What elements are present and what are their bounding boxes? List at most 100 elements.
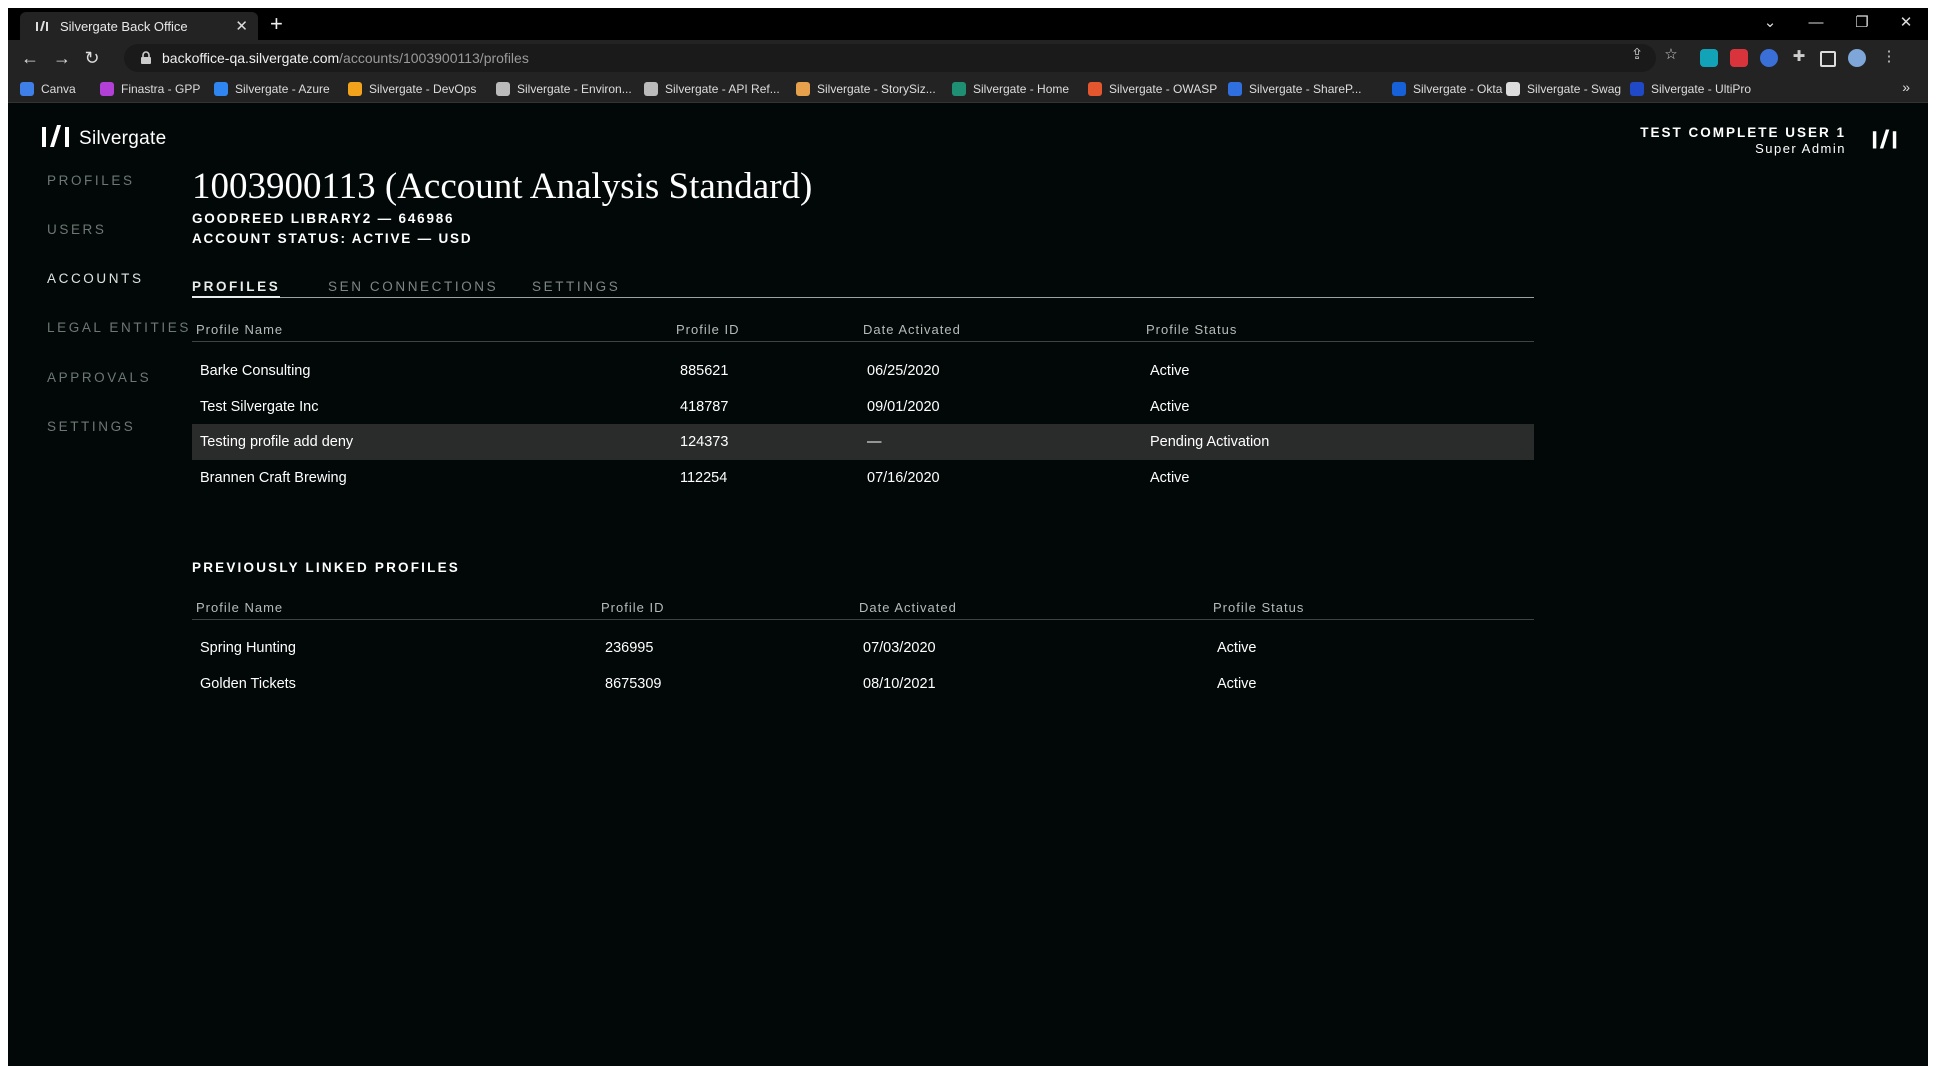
- sidebar-item-users[interactable]: USERS: [47, 222, 107, 237]
- user-role: Super Admin: [1755, 141, 1846, 156]
- bookmark-favicon-icon: [1506, 82, 1520, 96]
- column-header[interactable]: Date Activated: [863, 322, 961, 337]
- table-cell: 06/25/2020: [867, 363, 940, 379]
- table-cell: —: [867, 434, 882, 450]
- column-header[interactable]: Profile Name: [196, 600, 283, 615]
- table-cell: Brannen Craft Brewing: [200, 469, 347, 486]
- side-panel-icon[interactable]: [1820, 51, 1836, 67]
- extension-2-icon[interactable]: [1730, 49, 1748, 67]
- brand-name: Silvergate: [79, 127, 167, 149]
- back-icon[interactable]: ←: [18, 46, 42, 70]
- column-header[interactable]: Profile Status: [1213, 600, 1304, 615]
- account-tabs: PROFILES SEN CONNECTIONS SETTINGS: [192, 275, 1534, 298]
- column-header[interactable]: Profile ID: [601, 600, 664, 615]
- bookmark-item[interactable]: Silvergate - DevOps: [348, 80, 476, 98]
- table-cell: 885621: [680, 363, 729, 379]
- browser-toolbar: ← → ↻ backoffice-qa.silvergate.com/accou…: [8, 40, 1928, 76]
- sidebar-item-legal-entities[interactable]: LEGAL ENTITIES: [47, 320, 191, 335]
- bookmark-favicon-icon: [952, 82, 966, 96]
- table-cell: 07/03/2020: [863, 640, 936, 656]
- extensions-puzzle-icon[interactable]: ✚: [1790, 48, 1808, 66]
- column-header[interactable]: Profile ID: [676, 322, 739, 337]
- bookmark-item[interactable]: Silvergate - ShareP...: [1228, 80, 1362, 98]
- table-row[interactable]: Testing profile add deny 124373 — Pending A…: [192, 424, 1534, 460]
- bookmark-label: Silvergate - StorySiz...: [817, 82, 936, 96]
- entity-line: GOODREED LIBRARY2 — 646986: [192, 211, 455, 226]
- tab-sen-connections[interactable]: SEN CONNECTIONS: [328, 279, 498, 294]
- minimize-icon[interactable]: —: [1794, 8, 1838, 40]
- extension-1-icon[interactable]: [1700, 49, 1718, 67]
- bookmark-label: Silvergate - Home: [973, 82, 1070, 96]
- new-tab-button[interactable]: +: [270, 12, 283, 36]
- sidebar-item-approvals[interactable]: APPROVALS: [47, 370, 151, 385]
- sidebar-item-accounts[interactable]: ACCOUNTS: [47, 271, 144, 286]
- share-icon[interactable]: ⇪: [1628, 46, 1646, 64]
- bookmark-label: Silvergate - Azure: [235, 82, 330, 96]
- bookmark-item[interactable]: Silvergate - Environ...: [496, 80, 632, 98]
- url-text: backoffice-qa.silvergate.com/accounts/10…: [162, 50, 529, 66]
- table-row[interactable]: Barke Consulting 885621 06/25/2020 Active: [192, 353, 1534, 389]
- restore-icon[interactable]: ❐: [1840, 8, 1884, 40]
- table-cell: 07/16/2020: [867, 469, 940, 486]
- bookmark-item[interactable]: Canva: [20, 80, 76, 98]
- table-row[interactable]: Spring Hunting 236995 07/03/2020 Active: [192, 630, 1534, 666]
- bookmark-item[interactable]: Silvergate - Swag: [1506, 80, 1621, 98]
- page-title: 1003900113 (Account Analysis Standard): [192, 166, 813, 207]
- user-info[interactable]: TEST COMPLETE USER 1 Super Admin: [1640, 125, 1846, 156]
- sidebar-item-settings[interactable]: SETTINGS: [47, 419, 135, 434]
- extension-3-icon[interactable]: [1760, 49, 1778, 67]
- sidebar-item-profiles[interactable]: PROFILES: [47, 173, 135, 188]
- bookmark-item[interactable]: Silvergate - OWASP: [1088, 80, 1217, 98]
- bookmark-star-icon[interactable]: ☆: [1662, 46, 1680, 64]
- app-root: Silvergate TEST COMPLETE USER 1 Super Ad…: [8, 103, 1928, 1066]
- silvergate-favicon-icon: [34, 18, 50, 34]
- table-cell: 418787: [680, 398, 729, 415]
- table-cell: Active: [1150, 469, 1190, 486]
- table-row[interactable]: Test Silvergate Inc 418787 09/01/2020 Activ…: [192, 389, 1534, 425]
- table-row[interactable]: Golden Tickets 8675309 08/10/2021 Active: [192, 666, 1534, 702]
- tab-profiles[interactable]: PROFILES: [192, 279, 281, 298]
- bookmark-favicon-icon: [20, 82, 34, 96]
- bookmark-item[interactable]: Silvergate - Home: [952, 80, 1069, 98]
- previous-profiles-heading: PREVIOUSLY LINKED PROFILES: [192, 560, 460, 575]
- column-header[interactable]: Date Activated: [859, 600, 957, 615]
- bookmark-favicon-icon: [348, 82, 362, 96]
- bookmark-favicon-icon: [496, 82, 510, 96]
- bookmarks-overflow-icon[interactable]: »: [1902, 79, 1910, 95]
- bookmark-favicon-icon: [644, 82, 658, 96]
- bookmark-label: Silvergate - ShareP...: [1249, 82, 1362, 96]
- table-cell: Active: [1217, 640, 1257, 656]
- bookmark-item[interactable]: Finastra - GPP: [100, 80, 200, 98]
- bookmark-favicon-icon: [1228, 82, 1242, 96]
- table-cell: Active: [1150, 363, 1190, 379]
- bookmark-item[interactable]: Silvergate - API Ref...: [644, 80, 780, 98]
- browser-tab[interactable]: Silvergate Back Office ✕: [20, 12, 258, 40]
- reload-icon[interactable]: ↻: [80, 46, 104, 70]
- brand[interactable]: Silvergate: [41, 123, 167, 154]
- bookmark-label: Silvergate - UltiPro: [1651, 82, 1752, 96]
- bookmark-item[interactable]: Silvergate - StorySiz...: [796, 80, 936, 98]
- user-menu-logo-icon[interactable]: [1872, 127, 1898, 156]
- tab-search-icon[interactable]: ⌄: [1748, 8, 1792, 40]
- close-window-icon[interactable]: ✕: [1884, 8, 1928, 40]
- user-name: TEST COMPLETE USER 1: [1640, 125, 1846, 140]
- table-cell: 124373: [680, 434, 729, 450]
- column-header[interactable]: Profile Status: [1146, 322, 1237, 337]
- tab-settings[interactable]: SETTINGS: [532, 279, 620, 294]
- table-row[interactable]: Brannen Craft Brewing 112254 07/16/2020 Act…: [192, 460, 1534, 496]
- bookmark-item[interactable]: Silvergate - UltiPro: [1630, 80, 1751, 98]
- close-tab-icon[interactable]: ✕: [235, 17, 248, 35]
- bookmark-item[interactable]: Silvergate - Azure: [214, 80, 330, 98]
- table-cell: 112254: [680, 469, 728, 486]
- bookmark-label: Silvergate - OWASP: [1109, 82, 1218, 96]
- column-header[interactable]: Profile Name: [196, 322, 283, 337]
- profile-avatar-icon[interactable]: [1848, 49, 1866, 67]
- table-cell: Active: [1150, 398, 1190, 415]
- bookmark-favicon-icon: [214, 82, 228, 96]
- tab-title: Silvergate Back Office: [60, 18, 188, 34]
- menu-kebab-icon[interactable]: ⋮: [1880, 48, 1898, 66]
- bookmark-label: Finastra - GPP: [121, 82, 201, 96]
- forward-icon[interactable]: →: [50, 46, 74, 70]
- bookmark-item[interactable]: Silvergate - Okta: [1392, 80, 1502, 98]
- address-bar[interactable]: backoffice-qa.silvergate.com/accounts/10…: [124, 44, 1656, 72]
